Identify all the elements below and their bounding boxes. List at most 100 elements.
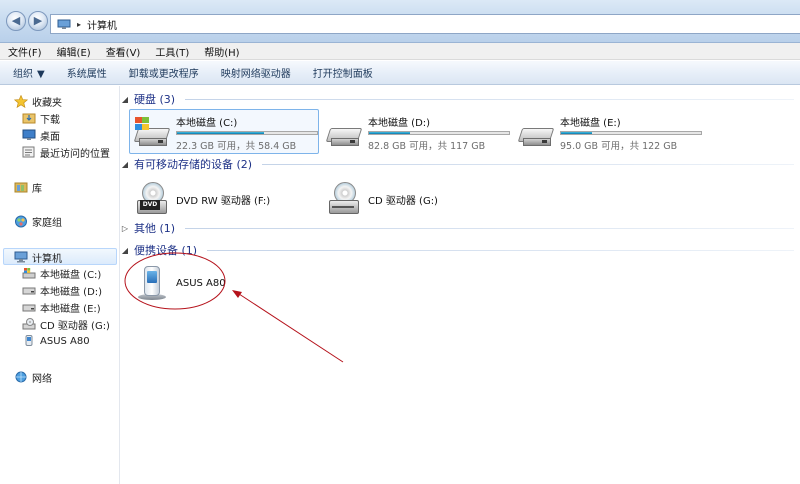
control-panel-button[interactable]: 打开控制面板	[313, 65, 373, 80]
uninstall-button[interactable]: 卸载或更改程序	[129, 65, 199, 80]
drive-item-d[interactable]: 本地磁盘 (D:) 82.8 GB 可用，共 117 GB	[325, 112, 510, 152]
sidebar-label: CD 驱动器 (G:)	[40, 320, 110, 332]
hard-drive-icon	[22, 284, 36, 296]
sidebar-label: 本地磁盘 (C:)	[40, 269, 102, 281]
star-icon	[13, 94, 29, 109]
group-header-removable[interactable]: ◢ 有可移动存储的设备 (2)	[120, 156, 800, 172]
sidebar-label: 计算机	[32, 253, 62, 265]
collapse-triangle-icon[interactable]: ◢	[120, 246, 130, 255]
menu-bar: 文件(F) 编辑(E) 查看(V) 工具(T) 帮助(H)	[0, 43, 800, 60]
desktop-icon	[22, 129, 36, 141]
address-bar[interactable]: ▸ 计算机	[50, 14, 800, 34]
portable-device-item[interactable]: ASUS A80	[134, 262, 226, 302]
phone-icon	[22, 335, 36, 347]
computer-icon	[14, 251, 28, 263]
group-title: 便携设备 (1)	[134, 244, 198, 257]
hard-drive-icon	[22, 301, 36, 313]
drive-usage-bar	[176, 131, 318, 135]
windows-drive-icon	[22, 267, 36, 279]
dvd-badge: DVD	[140, 200, 160, 210]
sidebar-item-network[interactable]: 网络	[14, 369, 52, 385]
sidebar-label: 库	[32, 183, 42, 195]
group-title: 其他 (1)	[134, 222, 176, 235]
drive-item-f[interactable]: DVD DVD RW 驱动器 (F:)	[134, 178, 270, 218]
group-divider	[207, 249, 794, 251]
phone-icon	[134, 266, 170, 300]
library-icon	[14, 181, 28, 193]
drive-name: 本地磁盘 (E:)	[560, 118, 621, 129]
sidebar-label: 收藏夹	[32, 97, 62, 109]
sidebar-item-drive-g[interactable]: CD 驱动器 (G:)	[22, 316, 110, 332]
hard-drive-icon	[517, 116, 555, 150]
sidebar-item-downloads[interactable]: 下载	[22, 110, 60, 126]
sidebar-item-homegroup[interactable]: 家庭组	[14, 213, 62, 229]
navigation-pane: 收藏夹 下载 桌面 最近访问的位置 库 家庭组 计算机 本地磁盘 (C:) 本地…	[0, 86, 120, 484]
sidebar-item-drive-e[interactable]: 本地磁盘 (E:)	[22, 299, 101, 315]
drive-item-e[interactable]: 本地磁盘 (E:) 95.0 GB 可用，共 122 GB	[517, 112, 702, 152]
cd-drive-icon	[22, 318, 36, 330]
sidebar-item-drive-c[interactable]: 本地磁盘 (C:)	[22, 265, 101, 281]
organize-button[interactable]: 组织 ▼	[13, 65, 45, 80]
system-properties-button[interactable]: 系统属性	[67, 65, 107, 80]
network-icon	[14, 371, 28, 383]
menu-edit[interactable]: 编辑(E)	[57, 44, 91, 59]
group-divider	[185, 98, 794, 100]
group-title: 硬盘 (3)	[134, 93, 176, 106]
group-divider	[262, 163, 794, 165]
group-title: 有可移动存储的设备 (2)	[134, 158, 253, 171]
breadcrumb-computer[interactable]: 计算机	[87, 17, 117, 32]
forward-arrow-icon: ▶	[33, 14, 43, 27]
drive-name: CD 驱动器 (G:)	[368, 195, 438, 207]
collapse-triangle-icon[interactable]: ◢	[120, 95, 130, 104]
sidebar-item-computer[interactable]: 计算机	[14, 249, 62, 265]
content-pane: ◢ 硬盘 (3) 本地磁盘 (C:) 22.3 GB 可用，共 58.4 GB …	[120, 86, 800, 484]
menu-view[interactable]: 查看(V)	[106, 44, 141, 59]
sidebar-label: 本地磁盘 (E:)	[40, 303, 101, 315]
sidebar-label: 家庭组	[32, 217, 62, 229]
expand-triangle-icon[interactable]: ▷	[120, 224, 130, 233]
group-header-hard-disks[interactable]: ◢ 硬盘 (3)	[120, 91, 800, 107]
drive-space-text: 22.3 GB 可用，共 58.4 GB	[176, 141, 297, 152]
menu-help[interactable]: 帮助(H)	[204, 44, 239, 59]
group-divider	[185, 227, 794, 229]
drive-name: 本地磁盘 (D:)	[368, 118, 431, 129]
breadcrumb-separator[interactable]: ▸	[77, 20, 81, 29]
map-drive-button[interactable]: 映射网络驱动器	[221, 65, 291, 80]
downloads-folder-icon	[22, 112, 36, 124]
drive-usage-bar	[560, 131, 702, 135]
back-button[interactable]: ◀	[6, 11, 26, 31]
sidebar-label: 网络	[32, 373, 52, 385]
forward-button[interactable]: ▶	[28, 11, 48, 31]
sidebar-item-device[interactable]: ASUS A80	[22, 333, 90, 349]
drive-usage-fill	[369, 132, 410, 134]
drive-item-c[interactable]: 本地磁盘 (C:) 22.3 GB 可用，共 58.4 GB	[133, 112, 318, 152]
menu-tools[interactable]: 工具(T)	[155, 44, 189, 59]
command-bar: 组织 ▼ 系统属性 卸载或更改程序 映射网络驱动器 打开控制面板	[0, 61, 800, 85]
sidebar-label: 最近访问的位置	[40, 148, 110, 160]
sidebar-item-desktop[interactable]: 桌面	[22, 127, 60, 143]
dvd-drive-icon: DVD	[134, 182, 170, 216]
homegroup-icon	[14, 215, 28, 228]
group-header-portable[interactable]: ◢ 便携设备 (1)	[120, 242, 800, 258]
cd-drive-icon	[326, 182, 362, 216]
collapse-triangle-icon[interactable]: ◢	[120, 160, 130, 169]
recent-places-icon	[22, 146, 36, 158]
title-bar: ◀ ▶ ▸ 计算机	[0, 0, 800, 43]
menu-file[interactable]: 文件(F)	[8, 44, 42, 59]
sidebar-item-libraries[interactable]: 库	[14, 179, 42, 195]
drive-name: 本地磁盘 (C:)	[176, 118, 238, 129]
windows-drive-icon	[133, 116, 171, 150]
sidebar-label: 下载	[40, 114, 60, 126]
sidebar-item-favorites[interactable]: 收藏夹	[13, 93, 62, 109]
sidebar-item-recent[interactable]: 最近访问的位置	[22, 144, 110, 160]
computer-icon	[57, 19, 71, 29]
device-name: ASUS A80	[176, 277, 226, 289]
hard-drive-icon	[325, 116, 363, 150]
sidebar-label: ASUS A80	[40, 335, 90, 347]
drive-usage-bar	[368, 131, 510, 135]
sidebar-item-drive-d[interactable]: 本地磁盘 (D:)	[22, 282, 102, 298]
drive-item-g[interactable]: CD 驱动器 (G:)	[326, 178, 438, 218]
sidebar-label: 桌面	[40, 131, 60, 143]
drive-usage-fill	[561, 132, 592, 134]
group-header-other[interactable]: ▷ 其他 (1)	[120, 220, 800, 236]
